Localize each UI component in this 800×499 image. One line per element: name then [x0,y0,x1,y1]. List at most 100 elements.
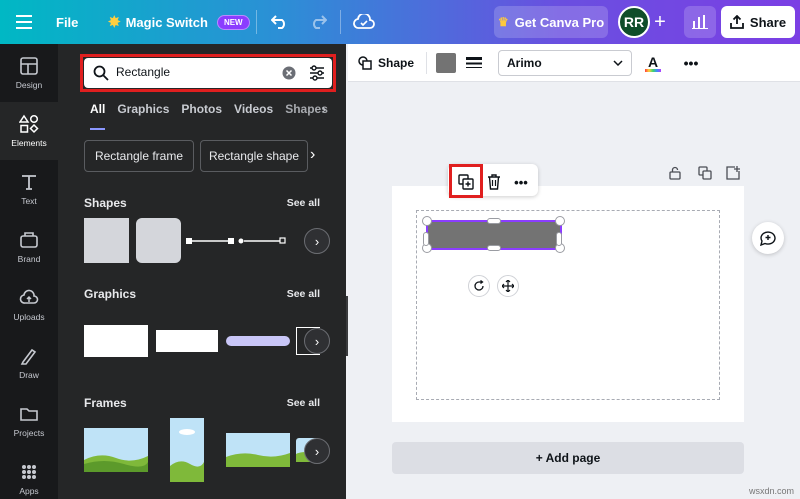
draw-icon [20,348,37,365]
resize-handle[interactable] [556,232,562,246]
frame-portrait-thumbnail[interactable] [170,418,204,482]
context-toolbar: Shape Arimo A ••• [348,44,800,82]
rail-label: Draw [19,370,39,380]
section-title-shapes: Shapes [84,196,127,210]
projects-icon [20,408,38,421]
move-icon[interactable] [497,275,519,297]
category-tabs: All Graphics Photos Videos Shapes [90,102,340,130]
resize-handle[interactable] [423,232,429,246]
magic-switch-label: Magic Switch [125,14,208,30]
element-more-icon[interactable]: ••• [510,172,532,192]
resize-handle[interactable] [487,245,501,251]
delete-icon[interactable] [484,172,504,192]
design-icon [20,57,38,75]
see-all-shapes-link[interactable]: See all [287,197,320,209]
suggestion-chip-rectangle-frame[interactable]: Rectangle frame [84,140,194,172]
frame-landscape-thumbnail[interactable] [84,428,148,472]
shape-button[interactable]: Shape [358,52,414,74]
chevron-down-icon [613,60,623,66]
add-page-icon[interactable] [724,164,742,182]
elements-icon [19,114,39,134]
rail-item-draw[interactable]: Draw [0,334,58,392]
rail-item-brand[interactable]: Brand [0,218,58,276]
graphic-thumbnail[interactable] [226,336,290,346]
get-pro-label: Get Canva Pro [514,14,605,30]
tab-graphics[interactable]: Graphics [117,102,169,124]
shape-square-thumbnail[interactable] [84,218,129,263]
graphics-next-icon[interactable]: › [304,328,330,354]
see-all-graphics-link[interactable]: See all [287,288,320,300]
add-member-icon[interactable]: + [650,10,670,34]
file-menu-button[interactable]: File [56,12,78,32]
rail-item-design[interactable]: Design [0,44,58,102]
comment-icon[interactable] [752,222,784,254]
add-page-button[interactable]: + Add page [392,442,744,474]
redo-icon[interactable] [306,10,330,34]
line-thumbnail[interactable] [186,234,234,246]
graphic-thumbnail[interactable] [156,330,218,352]
rail-label: Text [21,196,37,206]
watermark: wsxdn.com [748,486,794,496]
graphic-thumbnail[interactable] [84,325,148,357]
border-style-icon[interactable] [464,53,484,73]
search-highlight-box [80,54,336,92]
divider [426,52,427,74]
rail-item-apps[interactable]: Apps [0,450,58,499]
rail-item-text[interactable]: Text [0,160,58,218]
rail-item-elements[interactable]: Elements [0,102,58,160]
shape-button-label: Shape [378,56,415,70]
insights-icon[interactable] [684,6,716,38]
see-all-frames-link[interactable]: See all [287,397,320,409]
rail-item-projects[interactable]: Projects [0,392,58,450]
lock-icon[interactable] [666,164,684,182]
shape-rounded-square-thumbnail[interactable] [136,218,181,263]
new-badge: NEW [216,14,250,30]
section-title-graphics: Graphics [84,287,137,301]
magic-star-icon: ✸ [108,14,121,31]
uploads-icon [19,289,39,304]
left-rail: Design Elements Text Brand Uploads Draw … [0,44,58,499]
cloud-save-icon[interactable] [352,10,376,34]
tabs-scroll-right-icon[interactable]: › [322,102,326,116]
divider [256,10,257,34]
rail-item-uploads[interactable]: Uploads [0,276,58,334]
tab-videos[interactable]: Videos [234,102,273,124]
elements-panel: All Graphics Photos Videos Shapes › Rect… [58,44,346,499]
more-options-icon[interactable]: ••• [680,52,702,74]
upload-icon [730,15,744,29]
hamburger-menu-icon[interactable] [12,10,36,34]
duplicate-highlight-box [449,164,483,198]
font-dropdown[interactable]: Arimo [498,50,632,76]
duplicate-page-icon[interactable] [696,164,714,182]
suggestion-chip-rectangle-shape[interactable]: Rectangle shape [200,140,308,172]
arrow-line-thumbnail[interactable] [238,234,286,246]
rail-label: Projects [13,428,45,438]
frame-wide-thumbnail[interactable] [226,433,290,467]
resize-handle[interactable] [555,216,565,226]
shape-icon [358,56,372,70]
share-label: Share [749,14,787,30]
share-button[interactable]: Share [721,6,795,38]
divider [340,10,341,34]
apps-icon [22,465,36,479]
chips-scroll-right-icon[interactable]: › [310,146,315,164]
section-title-frames: Frames [84,396,127,410]
shapes-next-icon[interactable]: › [304,228,330,254]
frames-next-icon[interactable]: › [304,438,330,464]
rail-label: Elements [11,138,47,148]
text-color-icon[interactable]: A [642,52,664,74]
tab-photos[interactable]: Photos [181,102,222,124]
avatar[interactable]: RR [618,6,650,38]
rail-label: Uploads [13,312,45,322]
resize-handle[interactable] [487,218,501,224]
fill-color-swatch[interactable] [436,53,456,73]
undo-icon[interactable] [268,10,292,34]
font-name: Arimo [507,56,542,70]
get-canva-pro-button[interactable]: ♛ Get Canva Pro [494,6,608,38]
resize-handle[interactable] [422,216,432,226]
tab-all[interactable]: All [90,102,106,130]
rotate-icon[interactable] [468,275,490,297]
magic-switch-button[interactable]: ✸ Magic Switch NEW [108,10,250,34]
rail-label: Brand [17,254,41,264]
crown-icon: ♛ [497,15,509,29]
